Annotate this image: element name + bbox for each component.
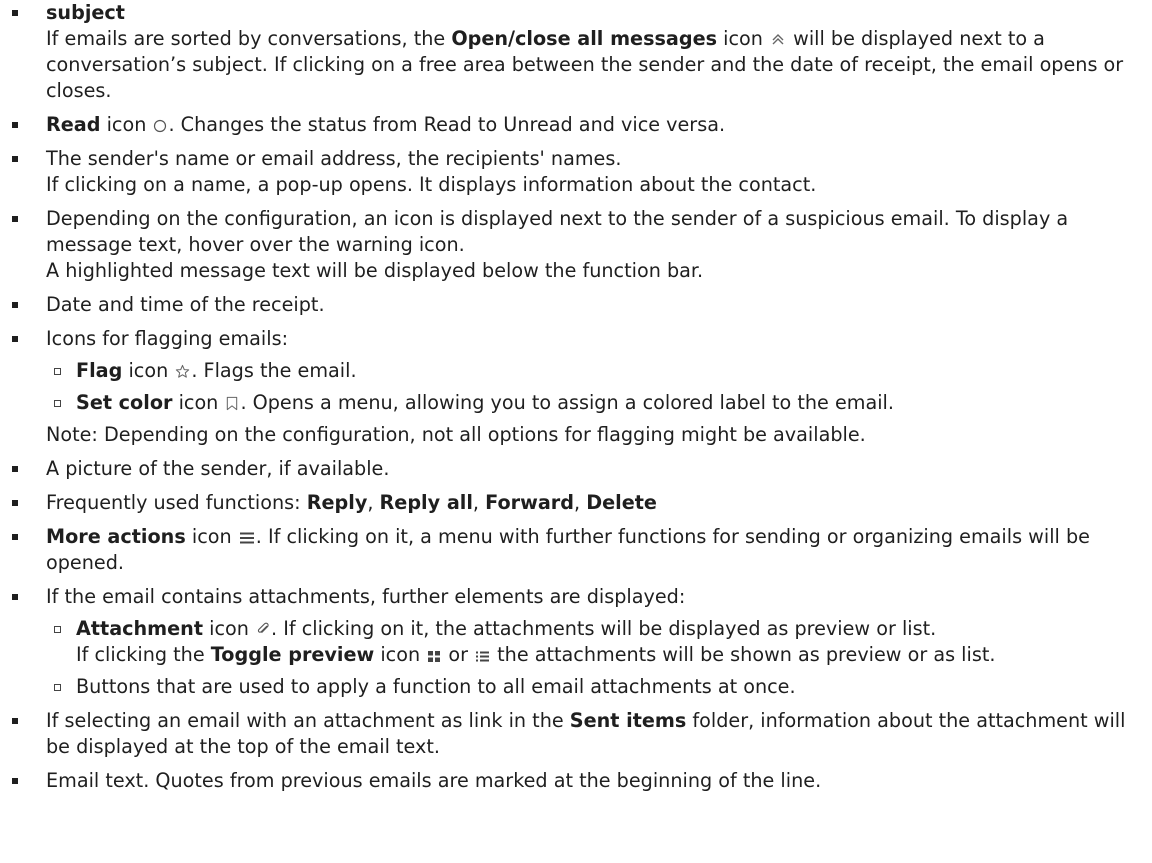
list-item-sender: The sender's name or email address, the … [0, 146, 1140, 198]
sublist-item-buttons: Buttons that are used to apply a functio… [46, 674, 1140, 700]
grid-icon [427, 650, 441, 663]
help-document: subject If emails are sorted by conversa… [0, 0, 1152, 863]
list-item-suspicious: Depending on the configuration, an icon … [0, 206, 1140, 284]
circle-icon [153, 119, 167, 133]
list-item-picture: A picture of the sender, if available. [0, 456, 1140, 482]
flagging-sublist: Flag icon . Flags the email. Set color i… [46, 358, 1140, 416]
list-item-read: Read icon . Changes the status from Read… [0, 112, 1140, 138]
sublist-item-set-color: Set color icon . Opens a menu, allowing … [46, 390, 1140, 416]
subject-description: If emails are sorted by conversations, t… [46, 27, 1124, 102]
list-item-more-actions: More actions icon . If clicking on it, a… [0, 524, 1140, 576]
list-item-functions: Frequently used functions: Reply, Reply … [0, 490, 1140, 516]
star-icon [175, 364, 190, 379]
element-list: subject If emails are sorted by conversa… [0, 0, 1140, 794]
list-item-sent-items: If selecting an email with an attachment… [0, 708, 1140, 760]
subject-heading: subject [46, 1, 125, 24]
list-item-date: Date and time of the receipt. [0, 292, 1140, 318]
list-item-attachments: If the email contains attachments, furth… [0, 584, 1140, 700]
attachments-sublist: Attachment icon . If clicking on it, the… [46, 616, 1140, 700]
paperclip-icon [256, 622, 270, 637]
list-item-flagging: Icons for flagging emails: Flag icon . F… [0, 326, 1140, 448]
sublist-item-attachment: Attachment icon . If clicking on it, the… [46, 616, 1140, 668]
list-item-subject: subject If emails are sorted by conversa… [0, 0, 1140, 104]
double-chevron-up-icon [770, 31, 786, 47]
hamburger-menu-icon [239, 531, 255, 545]
list-item-email-text: Email text. Quotes from previous emails … [0, 768, 1140, 794]
flagging-note: Note: Depending on the configuration, no… [46, 423, 866, 446]
sublist-item-flag: Flag icon . Flags the email. [46, 358, 1140, 384]
list-icon [475, 650, 490, 663]
bookmark-icon [225, 396, 239, 411]
